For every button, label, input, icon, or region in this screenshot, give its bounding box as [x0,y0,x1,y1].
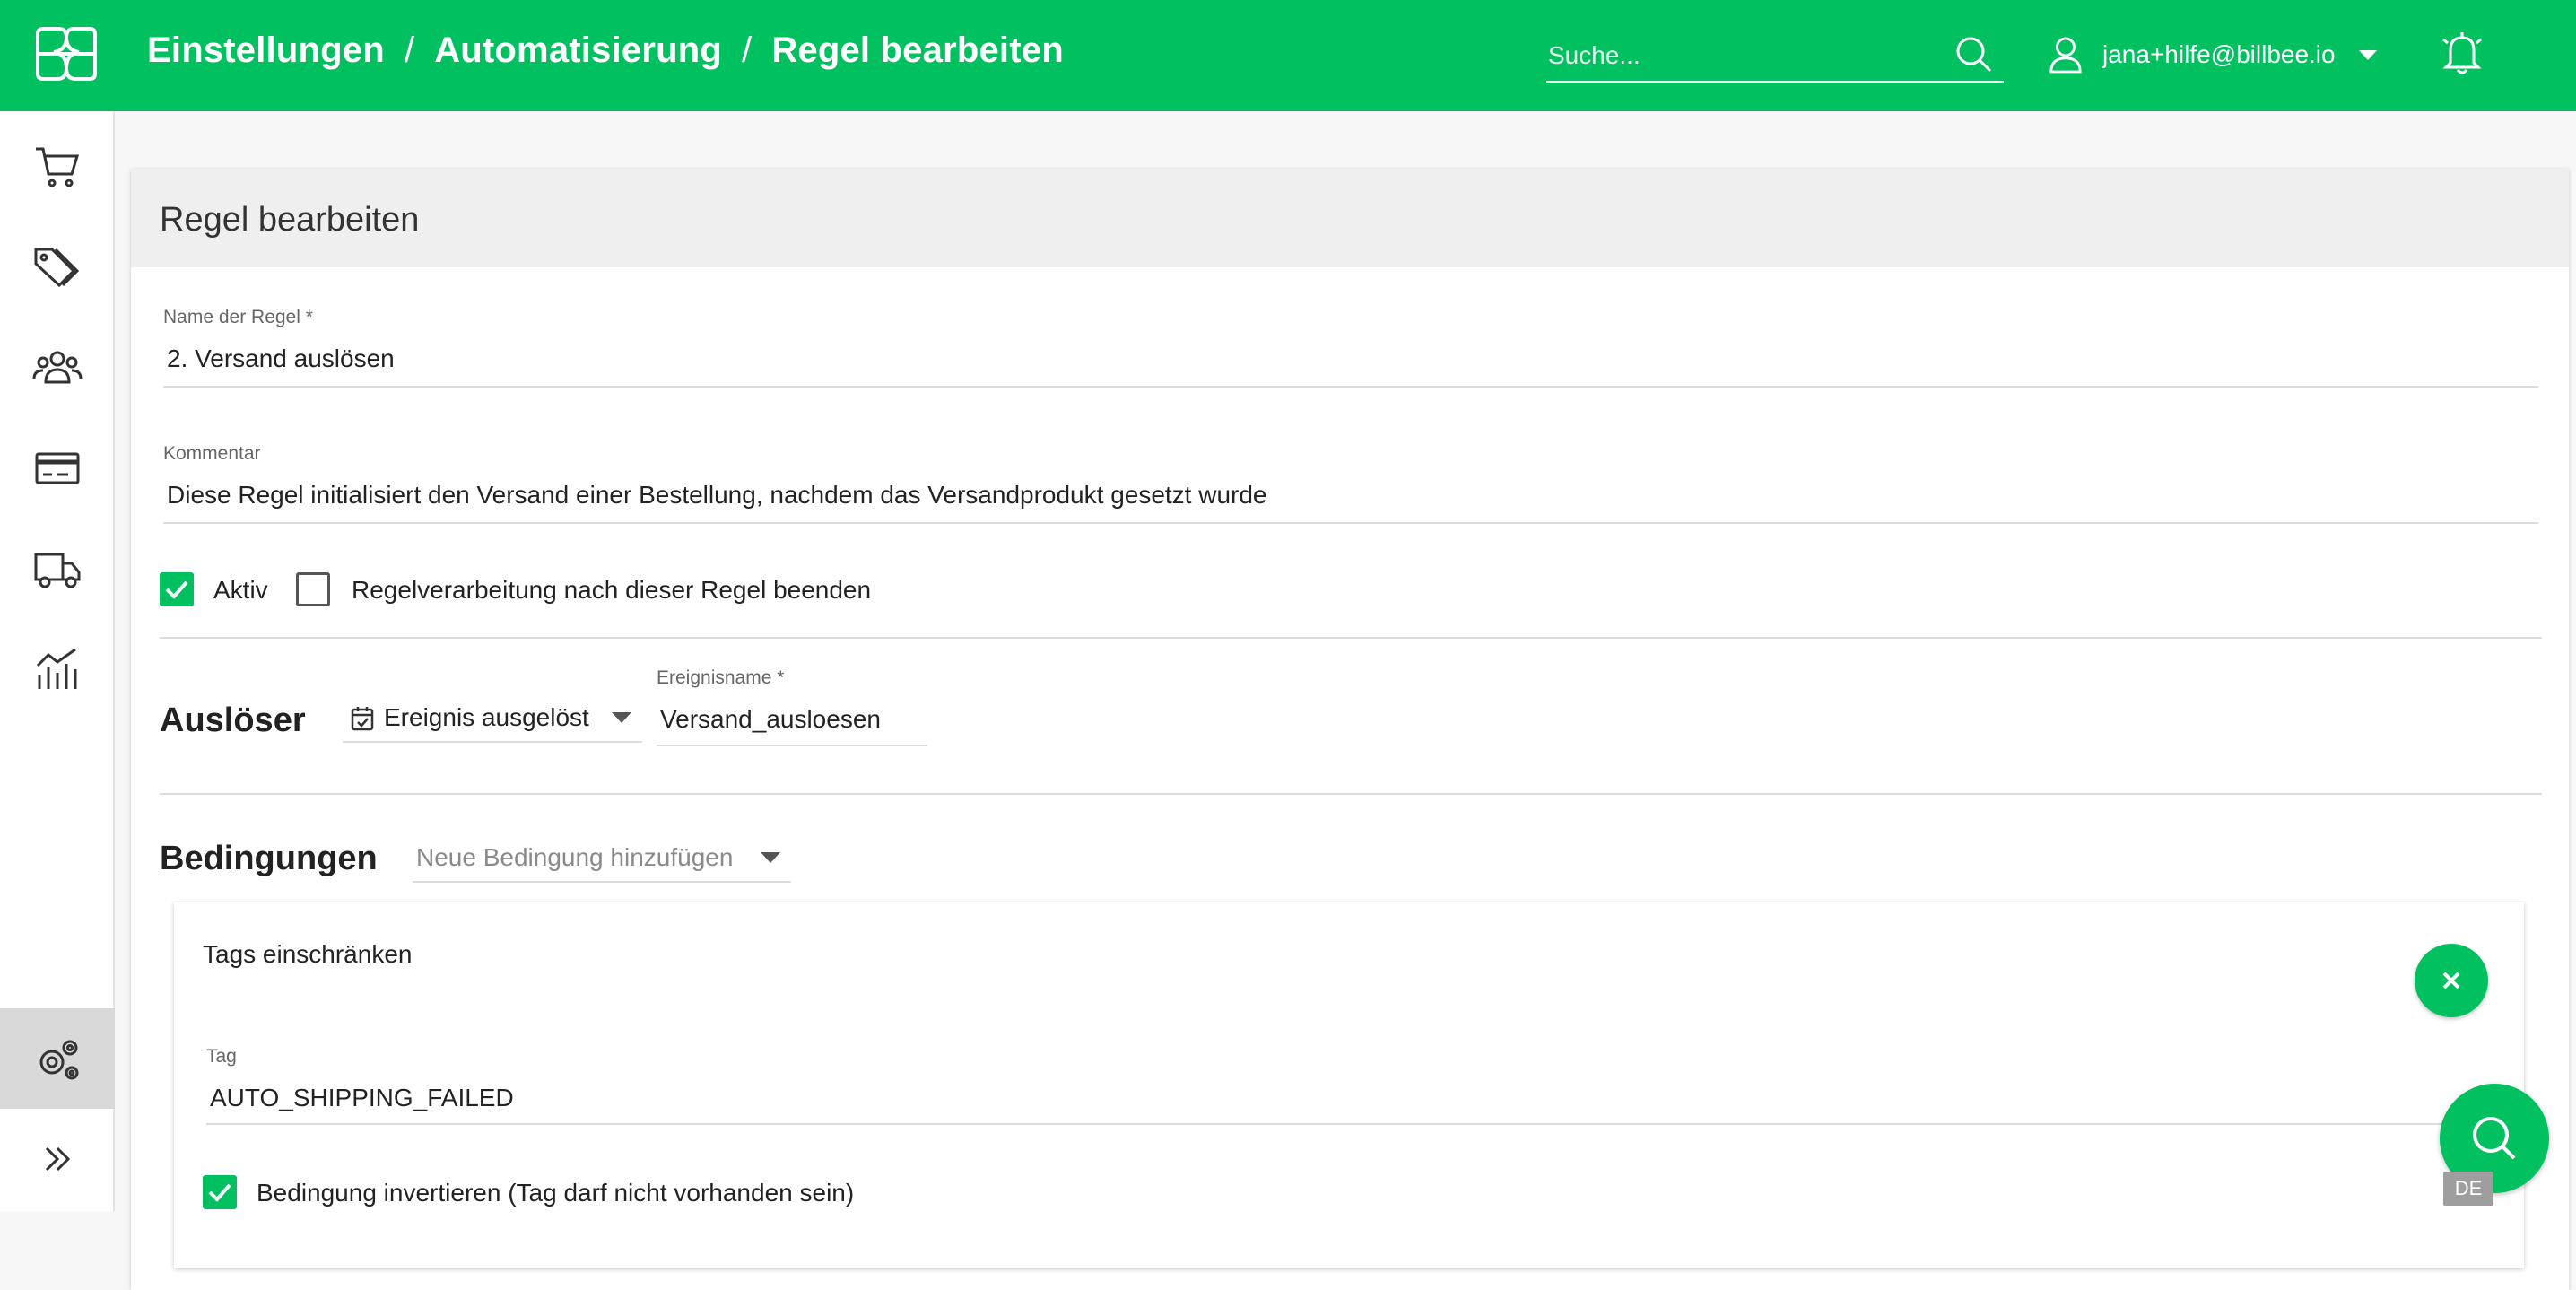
close-icon [2442,972,2460,989]
breadcrumb-settings[interactable]: Einstellungen [147,31,385,71]
rule-name-label: Name der Regel * [163,307,313,327]
breadcrumb: Einstellungen / Automatisierung / Regel … [147,31,1064,71]
sidebar-item-products[interactable] [0,217,115,318]
stop-processing-label: Regelverarbeitung nach dieser Regel been… [352,576,872,604]
search-input[interactable] [1548,38,1943,74]
billbee-logo[interactable] [32,25,100,83]
add-condition-placeholder: Neue Bedingung hinzufügen [416,843,734,871]
user-email: jana+hilfe@billbee.io [2102,40,2336,68]
check-icon [208,1183,231,1202]
divider [160,793,2542,795]
tags-icon [34,248,80,288]
active-checkbox[interactable] [160,572,194,606]
truck-icon [34,553,81,588]
trigger-title: Auslöser [160,702,306,739]
help-search-icon [2473,1117,2516,1160]
conditions-title: Bedingungen [160,840,378,877]
statistics-icon [36,648,77,689]
language-badge[interactable]: DE [2443,1172,2493,1206]
search-box [1546,27,2004,83]
breadcrumb-edit-rule: Regel bearbeiten [771,31,1064,70]
user-icon [2049,37,2082,74]
event-name-underline [657,745,927,746]
top-bar: Einstellungen / Automatisierung / Regel … [0,0,2576,111]
sidebar-item-statistics[interactable] [0,619,115,719]
customers-icon [32,351,83,384]
breadcrumb-automation[interactable]: Automatisierung [434,31,722,71]
rule-name-underline [163,386,2538,388]
remove-condition-button[interactable] [2415,944,2488,1017]
stop-processing-checkbox[interactable] [296,572,330,606]
settings-gears-icon [39,1040,79,1080]
sidebar-item-payments[interactable] [0,418,115,519]
sidebar-expand[interactable] [0,1109,115,1209]
sidebar-item-orders[interactable] [0,117,115,217]
invert-condition-checkbox[interactable] [203,1175,237,1209]
calendar-check-icon [351,707,374,731]
dropdown-arrow-icon [612,712,631,723]
condition-title: Tags einschränken [203,940,413,968]
notification-bell-icon[interactable] [2438,27,2486,77]
condition-card-tags: Tags einschränken Tag AUTO_SHIPPING_FAIL… [174,902,2524,1268]
comment-label: Kommentar [163,443,261,464]
dropdown-arrow-icon [761,852,780,863]
expand-chevrons-icon [45,1146,71,1172]
tag-input[interactable]: AUTO_SHIPPING_FAILED [210,1084,514,1112]
payment-card-icon [35,452,80,484]
comment-input[interactable]: Diese Regel initialisiert den Versand ei… [167,481,1267,510]
breadcrumb-separator: / [404,31,415,70]
breadcrumb-separator: / [741,31,753,70]
trigger-type-value: Ereignis ausgelöst [384,703,589,731]
search-icon[interactable] [1954,34,1993,74]
invert-condition-label: Bedingung invertieren (Tag darf nicht vo… [257,1179,855,1207]
rule-name-input[interactable]: 2. Versand auslösen [167,344,395,373]
sidebar-item-customers[interactable] [0,318,115,418]
sidebar [0,111,115,1211]
card-header: Regel bearbeiten [131,169,2569,267]
check-icon [165,580,188,599]
event-name-input[interactable]: Versand_ausloesen [660,705,881,734]
divider [160,637,2542,639]
tag-underline [206,1123,2467,1125]
active-label: Aktiv [213,576,268,604]
cart-icon [36,147,80,187]
sidebar-item-settings[interactable] [0,1008,115,1109]
tag-label: Tag [206,1046,237,1067]
comment-underline [163,522,2538,524]
user-menu[interactable]: jana+hilfe@billbee.io [2049,32,2377,77]
add-condition-select[interactable]: Neue Bedingung hinzufügen [413,829,791,883]
sidebar-item-shipping[interactable] [0,519,115,619]
chevron-down-icon [2358,49,2377,60]
card-title: Regel bearbeiten [160,201,420,239]
event-name-label: Ereignisname * [657,667,785,688]
trigger-type-select[interactable]: Ereignis ausgelöst [343,689,642,743]
